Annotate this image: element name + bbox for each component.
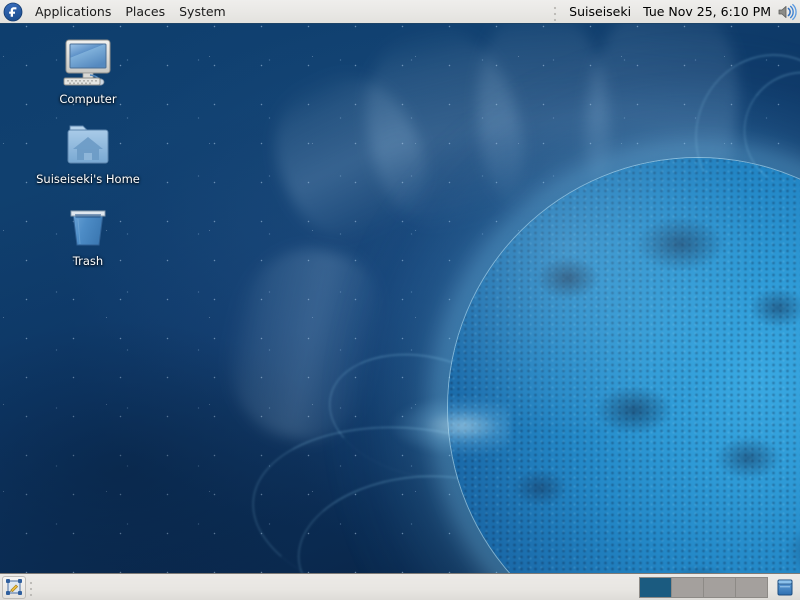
corona-wisp-icon	[576, 0, 750, 230]
desktop-background[interactable]: Computer Suiseiseki's Home Trash	[0, 0, 800, 600]
home-folder-icon	[22, 118, 154, 168]
trash-bin-icon	[22, 200, 154, 250]
computer-monitor-icon	[22, 38, 154, 88]
star-sphere-body	[448, 158, 800, 600]
desktop-icon-computer[interactable]: Computer	[22, 38, 154, 110]
corona-halo-decoration	[328, 38, 800, 600]
user-name-label[interactable]: Suiseiseki	[563, 4, 637, 19]
fedora-logo-icon[interactable]	[3, 2, 23, 22]
window-list[interactable]	[39, 576, 639, 599]
workspace-switcher[interactable]	[639, 576, 768, 598]
show-desktop-icon[interactable]	[2, 575, 26, 599]
workspace-4[interactable]	[736, 577, 767, 597]
corona-wisp-icon	[470, 0, 616, 222]
prominence-arc-icon	[736, 64, 800, 198]
bottom-panel-grip-icon[interactable]	[28, 578, 34, 596]
solar-flare-decoration	[390, 396, 510, 456]
desktop-icon-label: Computer	[59, 92, 117, 106]
desktop-icon-home[interactable]: Suiseiseki's Home	[22, 118, 154, 190]
corona-wisp-icon	[248, 49, 448, 260]
volume-speaker-icon[interactable]	[777, 3, 797, 21]
workspace-3[interactable]	[704, 577, 735, 597]
clock-label[interactable]: Tue Nov 25, 6:10 PM	[637, 4, 777, 19]
prominence-arc-icon	[674, 34, 800, 234]
workspace-2[interactable]	[672, 577, 703, 597]
desktop-icon-label: Trash	[72, 254, 104, 268]
desktop-icon-label: Suiseiseki's Home	[36, 172, 140, 186]
top-panel: Applications Places System Suiseiseki Tu…	[0, 0, 800, 24]
panel-grip-icon[interactable]	[552, 2, 559, 21]
menu-system[interactable]: System	[172, 1, 233, 23]
stellar-sphere-decoration	[209, 0, 800, 600]
prominence-arc-icon	[317, 337, 529, 495]
workspace-1[interactable]	[640, 577, 671, 597]
corona-wisp-icon	[209, 234, 397, 452]
prominence-arc-icon	[243, 411, 581, 600]
menu-applications[interactable]: Applications	[28, 1, 118, 23]
desktop-icon-trash[interactable]: Trash	[22, 200, 154, 272]
trash-applet-icon[interactable]	[774, 576, 796, 598]
menu-places[interactable]: Places	[118, 1, 172, 23]
bottom-panel	[0, 573, 800, 600]
corona-wisp-icon	[346, 10, 540, 242]
